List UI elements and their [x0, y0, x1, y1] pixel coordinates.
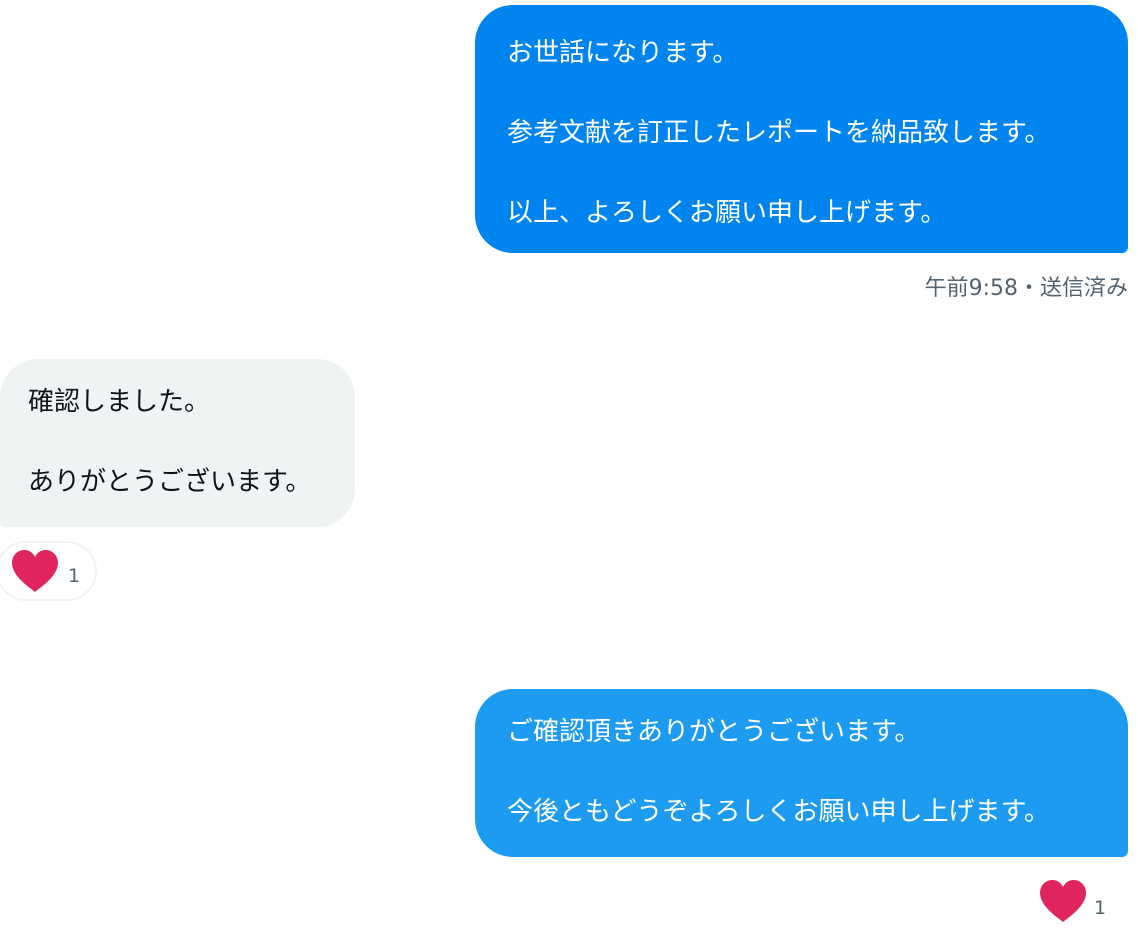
reaction-badge[interactable]: 1 [1038, 876, 1138, 926]
heart-icon [1040, 880, 1086, 922]
message-text: 以上、よろしくお願い申し上げます。 [507, 198, 947, 228]
message-bubble-outgoing[interactable]: ご確認頂きありがとうございます。 今後ともどうぞよろしくお願い申し上げます。 [475, 689, 1128, 857]
reaction-count: 1 [1094, 897, 1107, 919]
reaction-badge[interactable]: 1 [0, 541, 97, 601]
reaction-count: 1 [68, 565, 81, 587]
message-text: 参考文献を訂正したレポートを納品致します。 [507, 118, 1051, 148]
message-bubble-outgoing[interactable]: お世話になります。 参考文献を訂正したレポートを納品致します。 以上、よろしくお… [475, 5, 1128, 253]
message-text: ありがとうございます。 [28, 467, 312, 497]
message-bubble-incoming[interactable]: 確認しました。 ありがとうございます。 [0, 359, 355, 527]
message-text: 今後ともどうぞよろしくお願い申し上げます。 [507, 797, 1050, 827]
message-timestamp-status: 午前9:58・送信済み [924, 276, 1128, 301]
message-text: お世話になります。 [507, 38, 739, 68]
message-text: 確認しました。 [28, 387, 211, 417]
message-text: ご確認頂きありがとうございます。 [507, 717, 921, 747]
heart-icon [12, 550, 58, 592]
